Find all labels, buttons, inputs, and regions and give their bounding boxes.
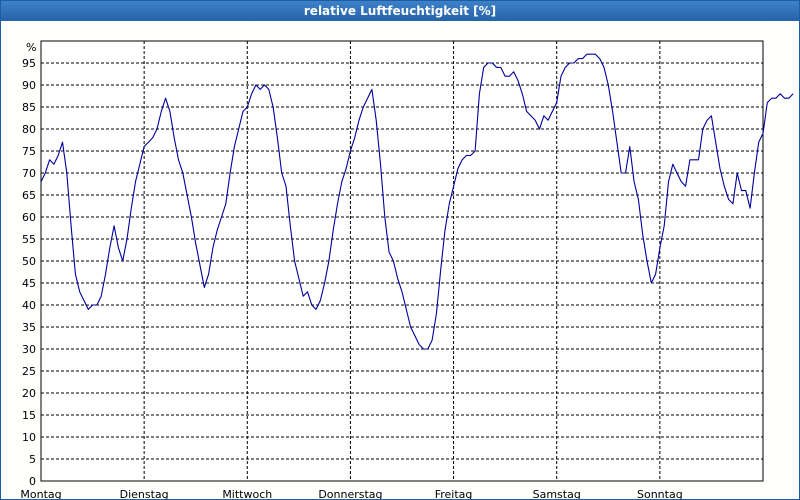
x-axis: Montag20.08.12Dienstag21.08.12Mittwoch22…	[20, 488, 683, 499]
y-tick-label: 65	[22, 189, 36, 202]
y-tick-label: 50	[22, 255, 36, 268]
y-tick-label: 25	[22, 365, 36, 378]
y-tick-label: 90	[22, 79, 36, 92]
y-tick-label: 45	[22, 277, 36, 290]
x-tick-day-label: Donnerstag	[318, 488, 382, 499]
y-tick-label: 75	[22, 145, 36, 158]
y-axis: 0 5 10 15 20 25 30 35 40 45 50 55 60 65 70 75 80 85 90 95	[22, 57, 36, 488]
humidity-chart: 0 5 10 15 20 25 30 35 40 45 50 55 60 65 70 75 80 85 90 95 M…	[20, 40, 794, 499]
y-tick-label: 85	[22, 101, 36, 114]
x-tick-day-label: Mittwoch	[222, 488, 272, 499]
x-tick-day-label: Sonntag	[637, 488, 683, 499]
y-tick-label: 15	[22, 409, 36, 422]
x-tick-day-label: Samstag	[533, 488, 581, 499]
y-tick-label: 60	[22, 211, 36, 224]
y-tick-label: 20	[22, 387, 36, 400]
y-tick-label: 70	[22, 167, 36, 180]
y-tick-label: 55	[22, 233, 36, 246]
chart-window: relative Luftfeuchtigkeit [%] 0 5 10 15 20 25…	[0, 0, 800, 500]
window-title: relative Luftfeuchtigkeit [%]	[1, 1, 799, 21]
y-tick-label: 80	[22, 123, 36, 136]
y-tick-label: 0	[29, 475, 36, 488]
x-tick-day-label: Montag	[20, 488, 61, 499]
x-tick-day-label: Dienstag	[120, 488, 169, 499]
x-tick-day-label: Freitag	[435, 488, 473, 499]
y-tick-label: 40	[22, 299, 36, 312]
y-tick-label: 10	[22, 431, 36, 444]
y-tick-label: 95	[22, 57, 36, 70]
y-tick-label: 30	[22, 343, 36, 356]
y-tick-label: 5	[29, 453, 36, 466]
y-tick-label: 35	[22, 321, 36, 334]
y-axis-unit-label: %	[26, 41, 36, 54]
